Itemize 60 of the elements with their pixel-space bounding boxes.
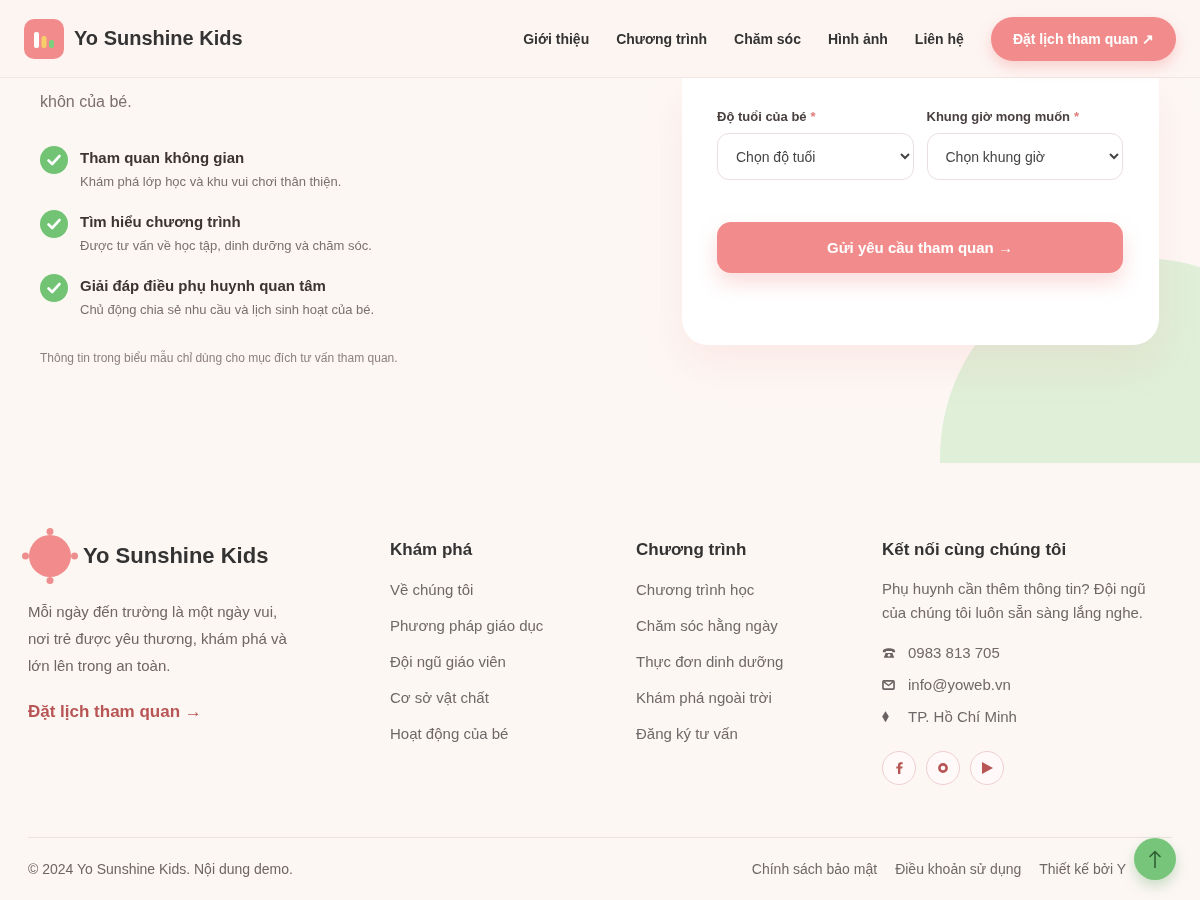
select-field[interactable]: Chọn khung giờ bbox=[926, 133, 1123, 180]
footer-link[interactable]: Hoạt động của bé bbox=[390, 724, 509, 744]
mail-icon bbox=[882, 680, 895, 690]
footer-description: Mỗi ngày đến trường là một ngày vui, nơi trẻ được yêu thương, khám phá và lớn lên trong an toàn. bbox=[28, 602, 288, 676]
footer-link[interactable]: Về chúng tôi bbox=[390, 580, 474, 600]
contact-value: 0983 813 705 bbox=[908, 643, 1000, 663]
footer-link[interactable]: Đăng ký tư vấn bbox=[636, 724, 738, 744]
play-icon bbox=[981, 762, 993, 774]
footer-link[interactable]: Thực đơn dinh dưỡng bbox=[636, 652, 784, 672]
contact-text: Phụ huynh cần thêm thông tin? Đội ngũ của chúng tôi luôn sẵn sàng lắng nghe. bbox=[882, 579, 1147, 623]
legal-link[interactable]: Điều khoản sử dụng bbox=[895, 861, 1022, 877]
sun-logo-icon bbox=[22, 528, 78, 584]
ring-icon bbox=[938, 763, 948, 773]
footer-link[interactable]: Chương trình học bbox=[636, 580, 755, 600]
brand-name[interactable]: Yo Sunshine Kids bbox=[74, 27, 243, 50]
footer-link[interactable]: Phương pháp giáo dục bbox=[390, 616, 544, 636]
social-link[interactable] bbox=[926, 751, 960, 785]
logo-icon[interactable] bbox=[24, 18, 64, 59]
nav-link[interactable]: Giới thiệu bbox=[523, 30, 590, 47]
scroll-top-button[interactable] bbox=[1134, 838, 1176, 880]
facebook-icon bbox=[895, 762, 903, 774]
social-link[interactable] bbox=[882, 751, 916, 785]
location-pin-icon bbox=[882, 711, 889, 723]
field-label: Khung giờ mong muốn bbox=[926, 109, 1071, 124]
footer-link[interactable]: Khám phá ngoài trời bbox=[636, 688, 772, 708]
privacy-note: Thông tin trong biểu mẫu chỉ dùng cho mục đích tư vấn tham quan. bbox=[40, 350, 399, 366]
phone-icon bbox=[882, 647, 896, 659]
column-title: Chương trình bbox=[636, 540, 747, 560]
field-label: Độ tuổi của bé bbox=[717, 109, 807, 124]
check-icon bbox=[40, 146, 68, 174]
intro-text: khôn của bé. bbox=[40, 92, 133, 112]
book-visit-link[interactable]: Đặt lịch tham quan → bbox=[28, 702, 202, 722]
check-icon bbox=[40, 210, 68, 238]
arrow-up-icon bbox=[1149, 850, 1161, 868]
check-icon bbox=[40, 274, 68, 302]
required-mark: * bbox=[1074, 109, 1080, 124]
footer-link[interactable]: Cơ sở vật chất bbox=[390, 688, 489, 708]
contact-value: info@yoweb.vn bbox=[908, 675, 1011, 695]
nav-link[interactable]: Chăm sóc bbox=[734, 30, 801, 47]
benefit-description: Được tư vấn về học tập, dinh dưỡng và chăm sóc. bbox=[80, 237, 372, 255]
required-mark: * bbox=[810, 109, 816, 124]
benefit-title: Giải đáp điều phụ huynh quan tâm bbox=[80, 276, 327, 296]
column-title: Khám phá bbox=[390, 540, 473, 560]
benefit-title: Tham quan không gian bbox=[80, 148, 246, 168]
benefit-description: Khám phá lớp học và khu vui chơi thân thiện. bbox=[80, 173, 342, 191]
select-field[interactable]: Chọn độ tuổi bbox=[717, 133, 914, 180]
benefit-title: Tìm hiểu chương trình bbox=[80, 212, 242, 232]
nav-link[interactable]: Liên hệ bbox=[914, 30, 964, 47]
footer-link[interactable]: Chăm sóc hằng ngày bbox=[636, 616, 778, 636]
copyright-text: © 2024 Yo Sunshine Kids. Nội dung demo. bbox=[28, 861, 293, 877]
footer-link[interactable]: Đội ngũ giáo viên bbox=[390, 652, 506, 672]
footer-brand-name: Yo Sunshine Kids bbox=[83, 543, 269, 569]
contact-value: TP. Hồ Chí Minh bbox=[908, 707, 1017, 727]
benefit-description: Chủ động chia sẻ nhu cầu và lịch sinh hoạt của bé. bbox=[80, 301, 375, 319]
column-title: Kết nối cùng chúng tôi bbox=[882, 540, 1067, 560]
nav-link[interactable]: Hình ảnh bbox=[827, 30, 888, 47]
legal-link[interactable]: Thiết kế bởi Y bbox=[1039, 861, 1126, 877]
nav-link[interactable]: Chương trình bbox=[616, 30, 708, 47]
legal-link[interactable]: Chính sách bảo mật bbox=[751, 861, 878, 877]
social-link[interactable] bbox=[970, 751, 1004, 785]
